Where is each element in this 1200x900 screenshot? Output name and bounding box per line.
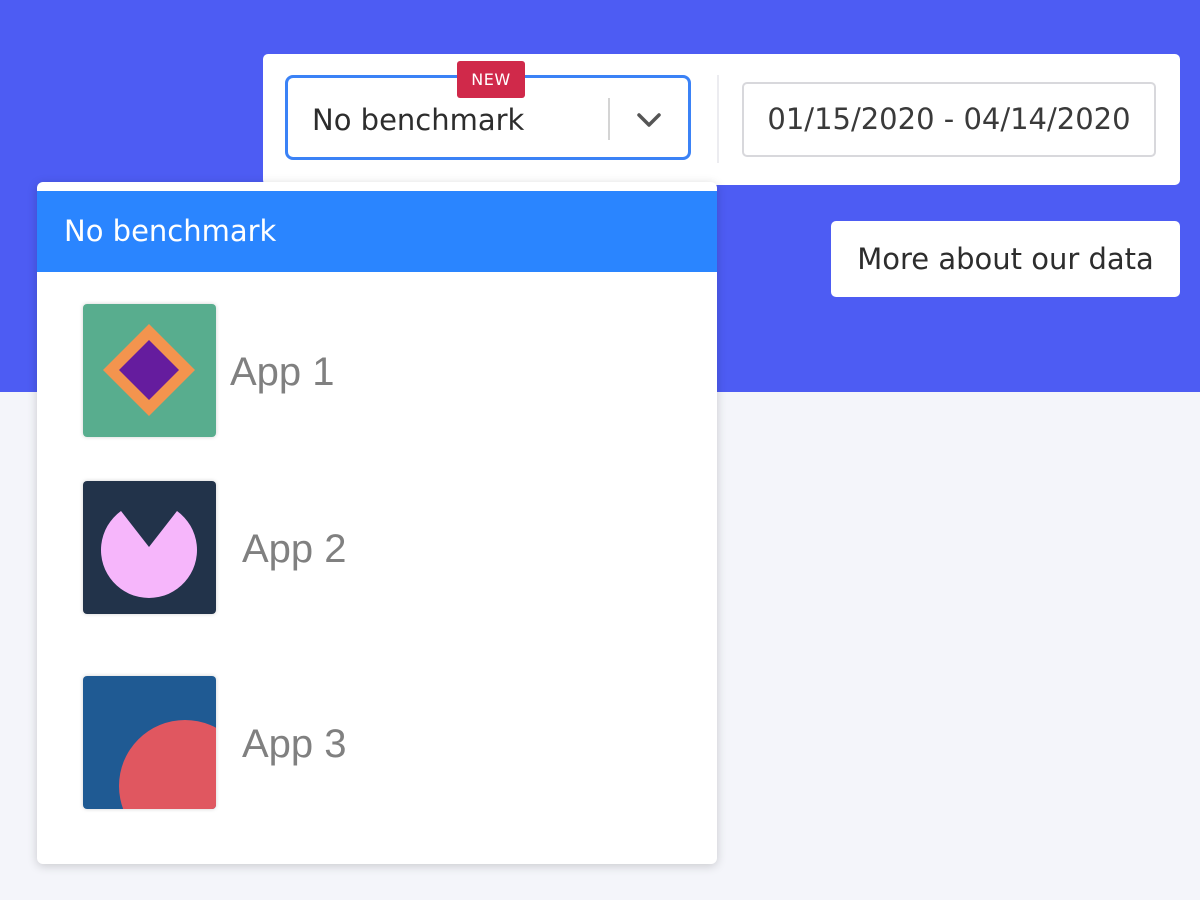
chevron-down-icon[interactable] [631, 102, 667, 138]
more-about-data-button[interactable]: More about our data [831, 221, 1180, 297]
benchmark-select-value: No benchmark [312, 103, 525, 137]
option-no-benchmark[interactable]: No benchmark [37, 191, 717, 272]
option-label: App 3 [242, 722, 347, 766]
option-app-2[interactable]: App 2 [37, 472, 717, 622]
diamond-icon [83, 304, 216, 437]
select-divider [608, 98, 610, 140]
date-range-picker[interactable]: 01/15/2020 - 04/14/2020 [742, 82, 1156, 157]
option-app-1[interactable]: App 1 [37, 294, 717, 444]
option-app-3[interactable]: App 3 [37, 667, 717, 817]
benchmark-dropdown-menu: No benchmark App 1 App 2 App 3 [37, 182, 717, 864]
pacman-icon [83, 481, 216, 614]
option-label: App 2 [242, 527, 347, 571]
new-badge: NEW [457, 61, 525, 98]
option-label: App 1 [230, 350, 335, 394]
circle-icon [83, 676, 216, 809]
panel-divider [717, 75, 719, 163]
